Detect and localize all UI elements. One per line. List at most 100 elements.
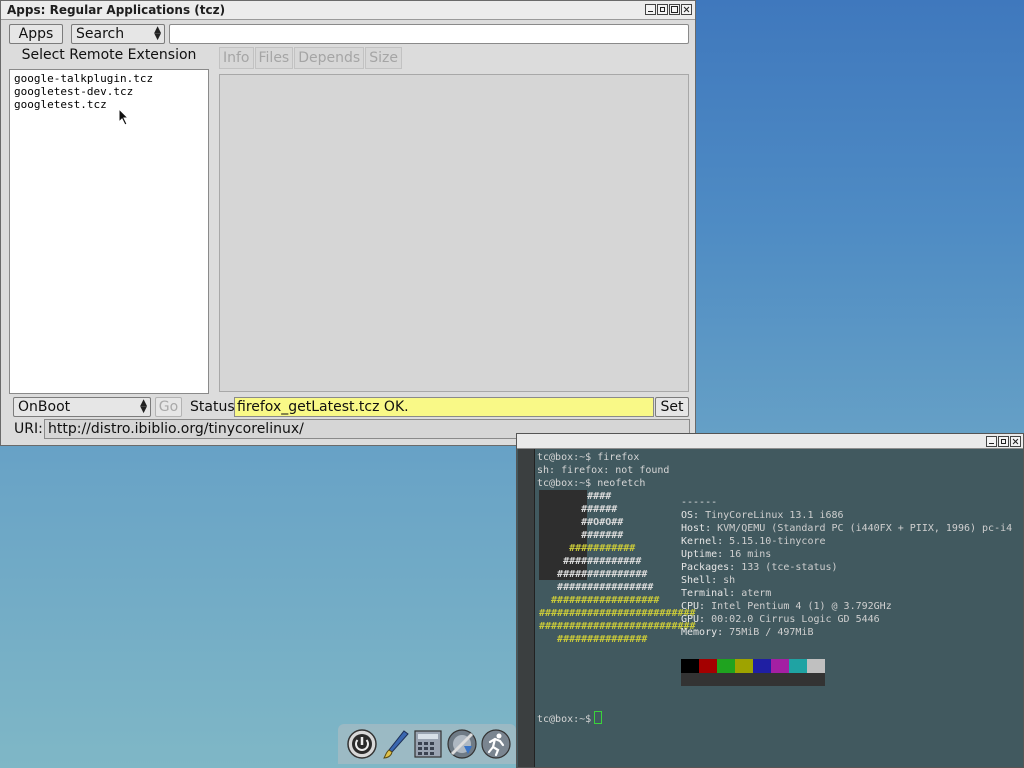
color-palette — [681, 659, 825, 673]
terminal-scrollbar[interactable] — [518, 449, 535, 767]
run-icon[interactable] — [480, 728, 512, 760]
info-value: 75MiB / 497MiB — [729, 627, 814, 638]
list-item[interactable]: googletest.tcz — [14, 98, 107, 111]
info-value: sh — [723, 575, 736, 586]
logo-line: ############### — [539, 569, 648, 580]
palette-swatch — [789, 659, 807, 673]
terminal-output[interactable]: tc@box:~$ firefox sh: firefox: not found… — [537, 449, 1023, 767]
info-key: OS: — [681, 510, 706, 521]
info-line: Kernel: 5.15.10-tinycore — [681, 535, 826, 548]
go-button[interactable]: Go — [155, 397, 182, 417]
info-key: Host: — [681, 523, 718, 534]
logo-line: ####### — [539, 530, 624, 541]
restore-button[interactable] — [657, 4, 668, 15]
desktop: Apps: Regular Applications (tcz) Apps Se… — [0, 0, 1024, 768]
palette-swatch — [699, 659, 717, 673]
palette-bright-row — [681, 673, 825, 686]
info-key: Packages: — [681, 562, 742, 573]
info-value: 16 mins — [729, 549, 772, 560]
updown-arrows-icon: ▲ ▼ — [140, 398, 147, 415]
install-mode-select[interactable]: OnBoot ▲ ▼ — [13, 397, 151, 417]
tab-depends[interactable]: Depends — [294, 47, 365, 69]
info-value: 00:02.0 Cirrus Logic GD 5446 — [711, 614, 880, 625]
install-mode-label: OnBoot — [18, 399, 71, 415]
paintbrush-icon[interactable] — [380, 728, 412, 760]
palette-swatch — [681, 659, 699, 673]
logo-line: ############# — [539, 556, 642, 567]
extension-list-label: Select Remote Extension — [21, 47, 197, 63]
palette-swatch — [771, 659, 789, 673]
logo-line: #### — [539, 491, 612, 502]
tab-size[interactable]: Size — [365, 47, 402, 69]
detail-pane — [219, 74, 689, 392]
info-value: 5.15.10-tinycore — [729, 536, 826, 547]
extension-list[interactable]: google-talkplugin.tcz googletest-dev.tcz… — [9, 69, 209, 394]
info-value: aterm — [741, 588, 772, 599]
window-titlebar[interactable]: Apps: Regular Applications (tcz) — [1, 1, 695, 20]
list-item[interactable]: googletest-dev.tcz — [14, 85, 133, 98]
info-key: Terminal: — [681, 588, 742, 599]
status-label: Status — [190, 399, 235, 415]
tab-files[interactable]: Files — [254, 47, 294, 69]
logo-line: ########################## — [539, 608, 696, 619]
palette-swatch — [717, 659, 735, 673]
window-title: Apps: Regular Applications (tcz) — [7, 3, 226, 17]
close-button[interactable] — [1010, 436, 1021, 447]
restore-button[interactable] — [998, 436, 1009, 447]
info-value: 133 (tce-status) — [741, 562, 838, 573]
info-line: OS: TinyCoreLinux 13.1 i686 — [681, 509, 844, 522]
info-key: Kernel: — [681, 536, 730, 547]
palette-swatch — [753, 659, 771, 673]
logo-line: ########### — [539, 543, 636, 554]
terminal-prompt-line: tc@box:~$ — [537, 711, 603, 726]
maximize-button[interactable] — [669, 4, 680, 15]
info-key: GPU: — [681, 614, 712, 625]
info-key: Memory: — [681, 627, 730, 638]
info-key: Shell: — [681, 575, 724, 586]
logo-line: ##O#O## — [539, 517, 624, 528]
calculator-icon[interactable] — [412, 728, 444, 760]
info-line: Terminal: aterm — [681, 587, 771, 600]
apps-install-icon[interactable] — [446, 728, 478, 760]
text-cursor — [594, 711, 603, 724]
logo-line: ###### — [539, 504, 618, 515]
power-icon[interactable] — [346, 728, 378, 760]
info-line: Uptime: 16 mins — [681, 548, 771, 561]
minimize-button[interactable] — [645, 4, 656, 15]
info-key: Uptime: — [681, 549, 730, 560]
list-item[interactable]: google-talkplugin.tcz — [14, 72, 153, 85]
close-button[interactable] — [681, 4, 692, 15]
info-line: GPU: 00:02.0 Cirrus Logic GD 5446 — [681, 613, 880, 626]
info-value: Intel Pentium 4 (1) @ 3.792GHz — [711, 601, 892, 612]
info-line: Packages: 133 (tce-status) — [681, 561, 838, 574]
search-input[interactable] — [169, 24, 689, 44]
terminal-window: tc@box:~$ firefox sh: firefox: not found… — [516, 433, 1024, 768]
detail-tabs: Info Files Depends Size — [219, 47, 403, 69]
mouse-pointer-icon — [118, 108, 130, 126]
search-mode-label: Search — [76, 26, 125, 42]
info-line: Host: KVM/QEMU (Standard PC (i440FX + PI… — [681, 522, 1012, 535]
info-line: Memory: 75MiB / 497MiB — [681, 626, 813, 639]
terminal-line: sh: firefox: not found — [537, 465, 670, 476]
terminal-prompt: tc@box:~$ — [537, 714, 592, 725]
info-separator: ------ — [681, 497, 718, 508]
info-line: CPU: Intel Pentium 4 (1) @ 3.792GHz — [681, 600, 892, 613]
terminal-titlebar[interactable] — [517, 434, 1023, 449]
apps-menu-button[interactable]: Apps — [9, 24, 63, 44]
set-button[interactable]: Set — [655, 397, 689, 417]
uri-label: URI: — [14, 421, 43, 437]
logo-line: ################ — [539, 582, 654, 593]
dock — [338, 724, 516, 764]
tab-info[interactable]: Info — [219, 47, 254, 69]
apps-window: Apps: Regular Applications (tcz) Apps Se… — [0, 0, 696, 446]
minimize-button[interactable] — [986, 436, 997, 447]
search-mode-select[interactable]: Search ▲ ▼ — [71, 24, 165, 44]
palette-swatch — [807, 659, 825, 673]
terminal-line: tc@box:~$ neofetch — [537, 478, 646, 489]
info-value: KVM/QEMU (Standard PC (i440FX + PIIX, 19… — [717, 523, 1013, 534]
logo-line: ################## — [539, 595, 660, 606]
logo-line: ########################## — [539, 621, 696, 632]
info-line: Shell: sh — [681, 574, 735, 587]
logo-line: ############### — [539, 634, 648, 645]
status-field: firefox_getLatest.tcz OK. — [234, 397, 654, 417]
